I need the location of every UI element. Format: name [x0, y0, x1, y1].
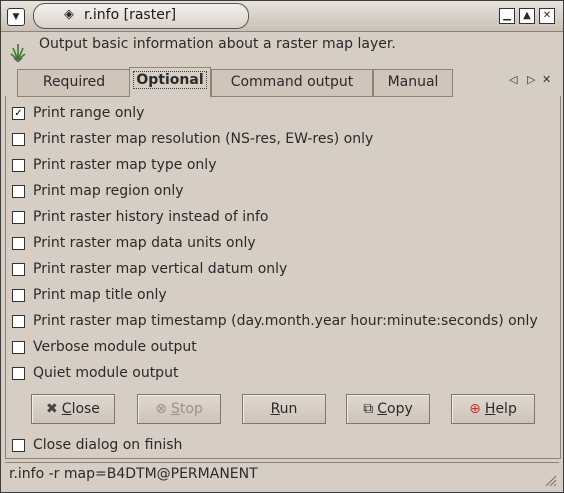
run-button[interactable]: Run — [242, 394, 326, 424]
option-print-resolution[interactable]: Print raster map resolution (NS-res, EW-… — [12, 129, 373, 149]
option-print-units[interactable]: Print raster map data units only — [12, 233, 256, 253]
tab-scroll-left-icon[interactable]: ◁ — [509, 73, 517, 86]
option-verbose[interactable]: Verbose module output — [12, 337, 197, 357]
tab-scroll-right-icon[interactable]: ▷ — [527, 73, 535, 86]
option-print-vdatum[interactable]: Print raster map vertical datum only — [12, 259, 287, 279]
tab-close-icon[interactable]: ✕ — [542, 73, 551, 86]
checkbox[interactable] — [12, 366, 25, 380]
title-bar[interactable]: ▼ ◈ r.info [raster] ▁ ▲ ✕ — [1, 1, 563, 32]
module-header: Output basic information about a raster … — [1, 32, 563, 66]
tab-optional[interactable]: Optional — [129, 67, 211, 97]
close-button[interactable]: ✖ Close — [31, 394, 115, 424]
title-pill: ◈ r.info [raster] — [33, 3, 249, 29]
grass-logo-icon — [10, 44, 26, 62]
checkbox[interactable] — [12, 340, 25, 354]
help-lifebuoy-icon: ⊕ — [469, 401, 481, 417]
checkbox[interactable] — [12, 262, 25, 276]
checkbox[interactable] — [12, 438, 25, 452]
option-print-region[interactable]: Print map region only — [12, 181, 184, 201]
option-quiet[interactable]: Quiet module output — [12, 363, 178, 383]
tab-command-output[interactable]: Command output — [211, 69, 373, 97]
module-description: Output basic information about a raster … — [39, 36, 396, 52]
close-x-icon: ✖ — [46, 401, 58, 417]
tab-bar: Required Optional Command output Manual … — [5, 67, 559, 97]
stop-button[interactable]: ⊗ Stop — [137, 394, 221, 424]
option-print-title[interactable]: Print map title only — [12, 285, 167, 305]
checkbox[interactable]: ✓ — [12, 106, 25, 120]
checkbox[interactable] — [12, 210, 25, 224]
checkbox[interactable] — [12, 184, 25, 198]
tab-manual[interactable]: Manual — [373, 69, 453, 97]
minimize-button[interactable]: ▁ — [499, 8, 515, 24]
resize-grip-icon[interactable] — [543, 473, 557, 487]
status-bar: r.info -r map=B4DTM@PERMANENT — [5, 462, 559, 489]
optional-panel: ✓ Print range only Print raster map resol… — [5, 96, 561, 459]
window-menu-button[interactable]: ▼ — [7, 8, 25, 26]
checkbox[interactable] — [12, 288, 25, 302]
close-on-finish-option[interactable]: Close dialog on finish — [12, 435, 182, 455]
copy-icon: ⧉ — [363, 401, 374, 417]
close-window-button[interactable]: ✕ — [539, 8, 555, 24]
checkbox[interactable] — [12, 314, 25, 328]
option-print-range[interactable]: ✓ Print range only — [12, 103, 144, 123]
stop-icon: ⊗ — [155, 401, 167, 417]
option-print-timestamp[interactable]: Print raster map timestamp (day.month.ye… — [12, 311, 538, 331]
maximize-button[interactable]: ▲ — [519, 8, 535, 24]
copy-button[interactable]: ⧉ Copy — [346, 394, 430, 424]
command-preview: r.info -r map=B4DTM@PERMANENT — [9, 466, 258, 482]
option-print-history[interactable]: Print raster history instead of info — [12, 207, 268, 227]
grass-app-icon: ◈ — [64, 7, 74, 22]
tab-required[interactable]: Required — [17, 69, 131, 97]
checkbox[interactable] — [12, 132, 25, 146]
checkbox[interactable] — [12, 236, 25, 250]
dialog-window: ▼ ◈ r.info [raster] ▁ ▲ ✕ Output basic i… — [0, 0, 564, 493]
checkbox[interactable] — [12, 158, 25, 172]
window-title: r.info [raster] — [84, 7, 177, 23]
option-print-type[interactable]: Print raster map type only — [12, 155, 216, 175]
help-button[interactable]: ⊕ Help — [451, 394, 535, 424]
